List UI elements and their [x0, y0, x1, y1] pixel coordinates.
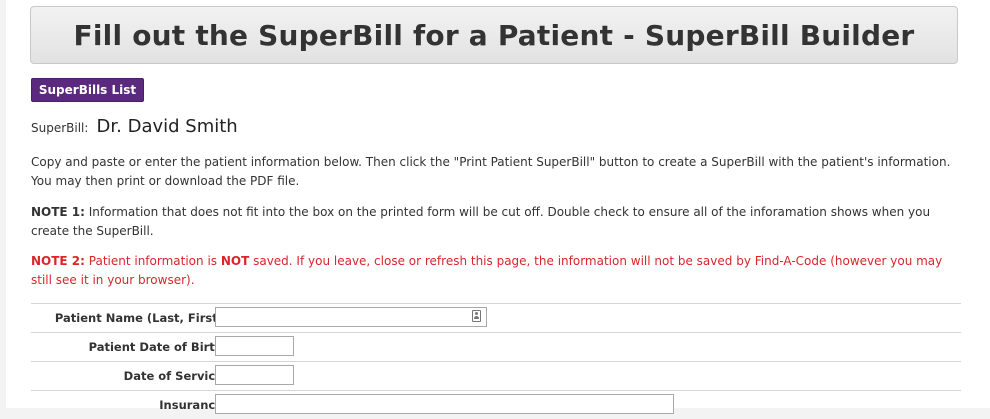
form-row-date-of-service: Date of Service [31, 361, 961, 390]
form-row-patient-dob: Patient Date of Birth [31, 332, 961, 361]
note-2-emphasis: NOT [220, 254, 250, 268]
superbill-name: SuperBill: Dr. David Smith [31, 116, 238, 137]
insurance-label: Insurance [159, 398, 223, 412]
insurance-input[interactable] [215, 394, 674, 414]
note-1: NOTE 1: Information that does not fit in… [31, 203, 966, 241]
superbill-label: SuperBill: [31, 121, 89, 135]
date-of-service-label: Date of Service [123, 369, 223, 383]
patient-name-label: Patient Name (Last, First) [54, 311, 223, 325]
note-1-lead: NOTE 1: [31, 205, 85, 219]
patient-name-input[interactable] [215, 307, 487, 327]
superbill-value: Dr. David Smith [96, 116, 238, 137]
page-title: Fill out the SuperBill for a Patient - S… [73, 18, 915, 52]
form-row-patient-name: Patient Name (Last, First) [31, 303, 961, 332]
patient-name-wrap [215, 307, 487, 327]
patient-dob-label: Patient Date of Birth [88, 340, 223, 354]
note-2: NOTE 2: Patient information is NOT saved… [31, 252, 966, 290]
contact-card-icon[interactable] [472, 310, 481, 322]
page-header: Fill out the SuperBill for a Patient - S… [30, 6, 958, 64]
page: Fill out the SuperBill for a Patient - S… [6, 0, 990, 414]
note-1-text: Information that does not fit into the b… [31, 205, 931, 238]
instructions-text: Copy and paste or enter the patient info… [31, 155, 951, 188]
patient-form: Patient Name (Last, First) Patient Date … [31, 303, 961, 419]
form-row-insurance: Insurance [31, 390, 961, 419]
superbills-list-button[interactable]: SuperBills List [31, 78, 144, 102]
patient-dob-input[interactable] [215, 336, 294, 356]
note-2-text-before: Patient information is [84, 254, 221, 268]
note-2-lead: NOTE 2: [31, 254, 85, 268]
date-of-service-input[interactable] [215, 365, 294, 385]
